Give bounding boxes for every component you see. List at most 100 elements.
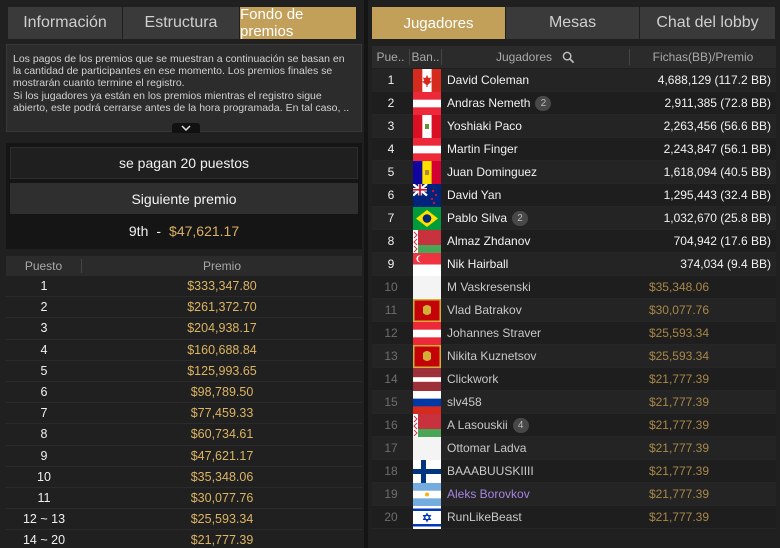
flag-peru-icon <box>413 114 441 138</box>
players-list: 1 David Coleman 4,688,129 (117.2 BB) 2 Andra… <box>372 68 776 529</box>
table-count-badge: 4 <box>512 417 529 433</box>
player-row[interactable]: 2 Andras Nemeth 2 2,911,385 (72.8 BB) <box>372 91 776 115</box>
player-name: Johannes Straver <box>447 326 542 340</box>
player-name: Juan Dominguez <box>447 165 538 179</box>
flag-andorra-icon <box>413 160 441 184</box>
player-name-cell: Juan Dominguez <box>447 165 625 179</box>
player-name: BAAABUUSKIIII <box>447 464 534 478</box>
table-count-badge: 2 <box>535 95 552 111</box>
header-rank[interactable]: Pue.. <box>372 49 410 65</box>
tab-jugadores[interactable]: Jugadores <box>372 7 506 39</box>
player-row[interactable]: 20 RunLikeBeast $21,777.39 <box>372 505 776 529</box>
header-players[interactable]: Jugadores <box>442 49 630 65</box>
tab-informacion[interactable]: Información <box>8 7 123 39</box>
prize-position: 1 <box>40 279 48 294</box>
player-rank: 18 <box>384 464 398 478</box>
prize-row: 9 $47,621.17 <box>6 446 362 467</box>
player-row[interactable]: 1 David Coleman 4,688,129 (117.2 BB) <box>372 68 776 92</box>
tab-chat-del-lobby[interactable]: Chat del lobby <box>640 7 776 39</box>
player-row[interactable]: 3 Yoshiaki Paco 2,263,456 (56.6 BB) <box>372 114 776 138</box>
player-name: Nik Hairball <box>447 257 509 271</box>
prize-amount: $30,077.76 <box>190 490 254 505</box>
next-prize-position: 9th <box>128 223 149 239</box>
player-name-cell: BAAABUUSKIIII <box>447 464 625 478</box>
player-rank: 9 <box>387 257 395 271</box>
header-flag[interactable]: Ban.. <box>410 49 442 65</box>
header-chips-prize[interactable]: Fichas(BB)/Premio <box>630 49 776 65</box>
player-name-cell: Vlad Batrakov <box>447 303 625 317</box>
player-chips: 1,618,094 (40.5 BB) <box>663 165 771 179</box>
prize-amount: $160,688.84 <box>187 342 257 357</box>
player-prize: $21,777.39 <box>648 464 709 478</box>
player-row[interactable]: 13 Nikita Kuznetsov $25,593.34 <box>372 344 776 368</box>
prize-row: 7 $77,459.33 <box>6 403 362 425</box>
player-row[interactable]: 7 Pablo Silva 2 1,032,670 (25.8 BB) <box>372 206 776 230</box>
player-prize: $25,593.34 <box>648 349 709 363</box>
prize-amount: $333,347.80 <box>187 279 257 294</box>
prize-table-header-prize[interactable]: Premio <box>82 259 362 273</box>
player-row[interactable]: 17 Ottomar Ladva $21,777.39 <box>372 436 776 460</box>
player-row[interactable]: 6 David Yan 1,295,443 (32.4 BB) <box>372 183 776 207</box>
player-chips: 374,034 (9.4 BB) <box>680 257 771 271</box>
flag-latvia-icon <box>413 367 441 391</box>
expand-info-button[interactable] <box>172 123 200 133</box>
player-rank: 12 <box>384 326 398 340</box>
flag-montenegro-icon <box>413 298 441 322</box>
prize-amount: $77,459.33 <box>190 406 254 421</box>
player-row[interactable]: 12 Johannes Straver $25,593.34 <box>372 321 776 345</box>
prize-table-header-position[interactable]: Puesto <box>6 259 82 273</box>
player-prize: $21,777.39 <box>648 487 709 501</box>
prize-amount: $60,734.61 <box>190 427 254 442</box>
player-row[interactable]: 11 Vlad Batrakov $30,077.76 <box>372 298 776 322</box>
player-prize: $35,348.06 <box>648 280 709 294</box>
player-rank: 20 <box>384 510 398 524</box>
flag-montenegro-icon <box>413 344 441 368</box>
player-row[interactable]: 10 M Vaskresenski $35,348.06 <box>372 275 776 299</box>
prize-amount: $98,789.50 <box>190 385 254 400</box>
player-row[interactable]: 8 Almaz Zhdanov 704,942 (17.6 BB) <box>372 229 776 253</box>
player-row[interactable]: 15 slv458 $21,777.39 <box>372 390 776 414</box>
flag-russia-icon <box>413 390 441 414</box>
player-rank: 17 <box>384 441 398 455</box>
prize-position: 6 <box>40 385 48 400</box>
player-row[interactable]: 16 A Lasouskii 4 $21,777.39 <box>372 413 776 437</box>
flag-belarus-icon <box>413 413 441 437</box>
table-count-badge: 2 <box>512 210 529 226</box>
flag-argentina-icon <box>413 482 441 506</box>
prize-row: 2 $261,372.70 <box>6 297 362 319</box>
player-chips: 2,243,847 (56.1 BB) <box>663 142 771 156</box>
player-row[interactable]: 19 Aleks Borovkov $21,777.39 <box>372 482 776 506</box>
player-row[interactable]: 4 Martin Finger 2,243,847 (56.1 BB) <box>372 137 776 161</box>
player-name-cell: Ottomar Ladva <box>447 441 625 455</box>
player-prize: $21,777.39 <box>648 441 709 455</box>
player-name-cell: David Coleman <box>447 73 625 87</box>
tab-mesas[interactable]: Mesas <box>506 7 640 39</box>
player-name: RunLikeBeast <box>447 510 522 524</box>
flag-canada-icon <box>413 68 441 92</box>
player-name-cell: A Lasouskii 4 <box>447 417 625 433</box>
next-prize-separator: - <box>156 223 162 239</box>
tab-estructura[interactable]: Estructura <box>123 7 240 39</box>
paid-places-text: se pagan 20 puestos <box>10 147 358 179</box>
flag-white-icon <box>413 275 441 299</box>
player-rank: 13 <box>384 349 398 363</box>
player-row[interactable]: 5 Juan Dominguez 1,618,094 (40.5 BB) <box>372 160 776 184</box>
player-chips: 4,688,129 (117.2 BB) <box>657 73 771 87</box>
player-row[interactable]: 14 Clickwork $21,777.39 <box>372 367 776 391</box>
prize-position: 9 <box>40 448 48 463</box>
player-row[interactable]: 18 BAAABUUSKIIII $21,777.39 <box>372 459 776 483</box>
left-panel: Información Estructura Fondo de premios … <box>0 0 364 548</box>
tab-fondo-de-premios[interactable]: Fondo de premios <box>240 6 357 40</box>
player-row[interactable]: 9 Nik Hairball 374,034 (9.4 BB) <box>372 252 776 276</box>
player-name-cell: Clickwork <box>447 372 625 386</box>
player-prize: $21,777.39 <box>648 418 709 432</box>
player-name-cell: Andras Nemeth 2 <box>447 95 625 111</box>
player-chips: 704,942 (17.6 BB) <box>673 234 771 248</box>
player-prize: $21,777.39 <box>648 372 709 386</box>
player-name-cell: RunLikeBeast <box>447 510 625 524</box>
next-prize-row: 9th - $47,621.17 <box>10 217 358 245</box>
prize-position: 5 <box>40 363 48 378</box>
search-icon[interactable] <box>562 51 575 64</box>
player-chips: 2,263,456 (56.6 BB) <box>663 119 771 133</box>
prize-position: 10 <box>37 469 51 484</box>
